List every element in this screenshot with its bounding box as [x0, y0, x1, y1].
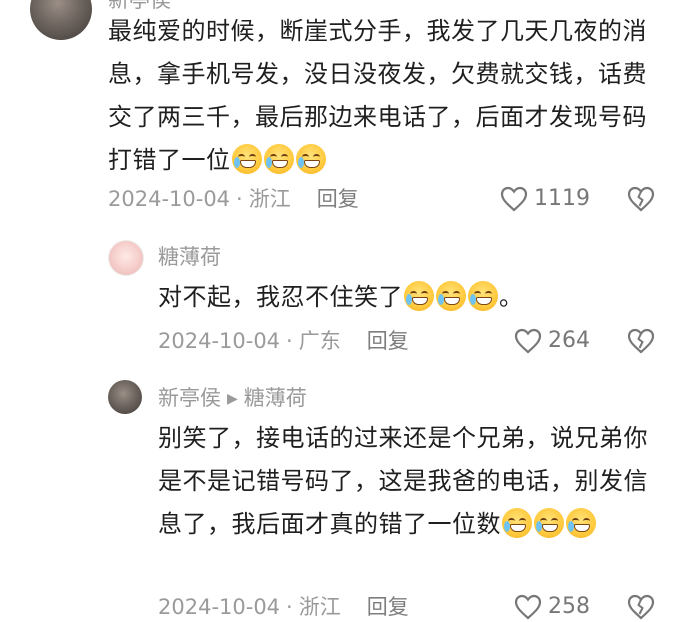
laughing-tears-emoji	[534, 508, 564, 538]
like-button[interactable]: 264	[514, 326, 590, 356]
heart-outline-icon	[514, 328, 542, 354]
reply-to-name: 糖薄荷	[243, 386, 307, 410]
comment-location: 广东	[298, 329, 341, 353]
heart-outline-icon	[514, 594, 542, 620]
emoji-group	[501, 508, 597, 538]
comment-text: 别笑了，接电话的过来还是个兄弟，说兄弟你是不是记错号码了，这是我爸的电话，别发信…	[158, 417, 658, 546]
like-count: 258	[548, 594, 590, 619]
emoji-group	[403, 281, 499, 311]
laughing-tears-emoji	[404, 281, 434, 311]
heart-outline-icon	[500, 186, 528, 212]
triangle-right-icon: ▶	[227, 391, 238, 407]
comment-body: 最纯爱的时候，断崖式分手，我发了几天几夜的消息，拿手机号发，没日没夜发，欠费就交…	[108, 17, 647, 174]
comment-date: 2024-10-04	[158, 329, 281, 353]
laughing-tears-emoji	[231, 144, 262, 174]
comment-suffix: 。	[499, 283, 524, 311]
comment-text: 最纯爱的时候，断崖式分手，我发了几天几夜的消息，拿手机号发，没日没夜发，欠费就交…	[108, 10, 668, 182]
broken-heart-icon[interactable]	[627, 186, 655, 212]
reply-button[interactable]: 回复	[367, 595, 409, 619]
laughing-tears-emoji	[295, 144, 326, 174]
emoji-group	[231, 144, 327, 174]
comment-location: 浙江	[298, 595, 341, 619]
separator: ·	[286, 595, 293, 619]
comment-date: 2024-10-04	[108, 187, 231, 211]
comment-meta: 2024-10-04 · 浙江 回复	[158, 592, 409, 622]
comment-body: 对不起，我忍不住笑了	[158, 283, 403, 311]
avatar[interactable]	[108, 380, 142, 414]
separator: ·	[286, 329, 293, 353]
laughing-tears-emoji	[566, 508, 596, 538]
laughing-tears-emoji	[263, 144, 294, 174]
author-name[interactable]: 新亭侯 ▶ 糖薄荷	[158, 383, 307, 416]
comment-date: 2024-10-04	[158, 595, 281, 619]
like-count: 1119	[534, 186, 590, 211]
reply-button[interactable]: 回复	[317, 187, 359, 211]
comment-text: 对不起，我忍不住笑了 。	[158, 276, 658, 319]
like-button[interactable]: 1119	[500, 184, 590, 214]
avatar[interactable]	[30, 0, 92, 40]
author-name[interactable]: 糖薄荷	[158, 242, 221, 272]
laughing-tears-emoji	[436, 281, 466, 311]
avatar[interactable]	[108, 240, 144, 276]
laughing-tears-emoji	[468, 281, 498, 311]
author-name-text: 糖薄荷	[158, 245, 221, 269]
comment-meta: 2024-10-04 · 浙江 回复	[108, 184, 359, 214]
like-button[interactable]: 258	[514, 592, 590, 622]
reply-button[interactable]: 回复	[367, 329, 409, 353]
author-name-text: 新亭侯	[158, 386, 221, 410]
comment-location: 浙江	[248, 187, 291, 211]
comment-meta: 2024-10-04 · 广东 回复	[158, 326, 409, 356]
like-count: 264	[548, 328, 590, 353]
broken-heart-icon[interactable]	[627, 594, 655, 620]
separator: ·	[236, 187, 243, 211]
laughing-tears-emoji	[502, 508, 532, 538]
broken-heart-icon[interactable]	[627, 328, 655, 354]
